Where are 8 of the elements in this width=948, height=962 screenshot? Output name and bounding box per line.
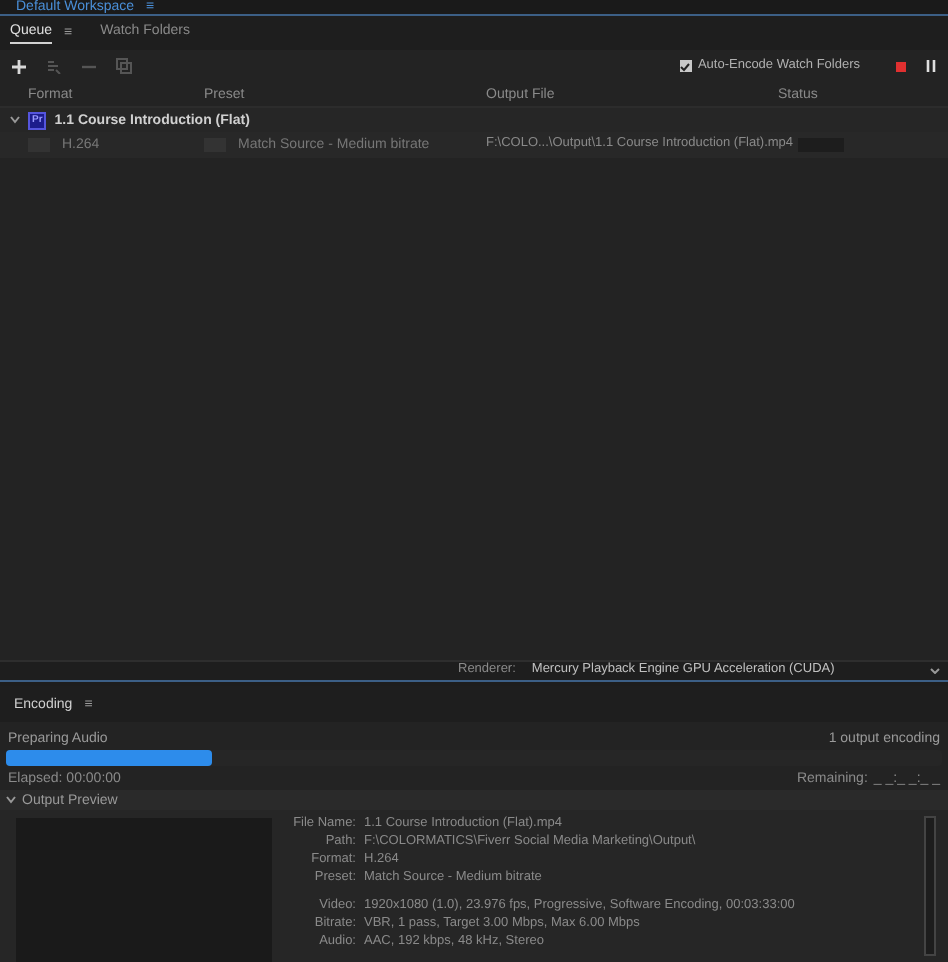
scrollbar xyxy=(924,816,936,956)
checkbox[interactable] xyxy=(679,60,692,72)
pause-icon[interactable] xyxy=(926,60,936,72)
stop-button[interactable] xyxy=(896,61,906,71)
add-icon[interactable] xyxy=(12,59,26,73)
expand-icon[interactable] xyxy=(6,796,16,804)
caret-icon[interactable] xyxy=(930,668,940,674)
expand-icon[interactable] xyxy=(10,116,20,124)
